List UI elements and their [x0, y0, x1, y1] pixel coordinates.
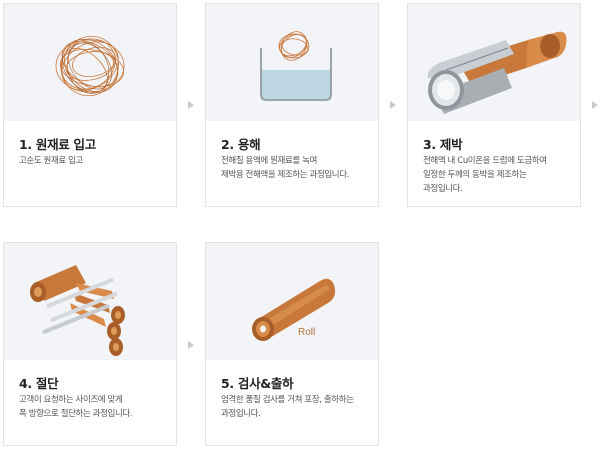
step-1-illustration	[4, 4, 176, 121]
next-arrow-icon	[188, 101, 194, 109]
step-4-description: 고객이 요청하는 사이즈에 맞게 폭 방향으로 절단하는 과정입니다.	[19, 395, 133, 419]
step-4-title: 4. 절단	[19, 376, 59, 391]
dissolving-tank-icon	[260, 31, 332, 101]
roll-label: Roll	[298, 327, 315, 338]
step-card-1: 1. 원재료 입고 고순도 원재료 입고	[3, 3, 177, 207]
step-2-description: 전해질 용액에 원재료를 녹여 제박용 전해액을 제조하는 과정입니다.	[221, 156, 349, 180]
step-2-title: 2. 용해	[221, 137, 261, 152]
step-3-description: 전해액 내 Cu이온을 드럼에 도금하여 일정한 두께의 동박을 제조하는 과정…	[423, 156, 547, 194]
copper-wire-icon	[55, 35, 125, 97]
step-5-description: 엄격한 품질 검사를 거쳐 포장, 출하하는 과정입니다.	[221, 395, 354, 419]
step-card-4: 4. 절단 고객이 요청하는 사이즈에 맞게 폭 방향으로 절단하는 과정입니다…	[3, 242, 177, 446]
foil-drum-icon	[427, 31, 567, 114]
step-5-title: 5. 검사&출하	[221, 376, 294, 391]
step-4-illustration	[4, 243, 176, 360]
step-1-description: 고순도 원재료 입고	[19, 156, 83, 166]
step-card-2: 2. 용해 전해질 용액에 원재료를 녹여 제박용 전해액을 제조하는 과정입니…	[205, 3, 379, 207]
next-arrow-icon	[592, 101, 598, 109]
step-2-illustration	[206, 4, 378, 121]
step-1-title: 1. 원재료 입고	[19, 137, 96, 152]
next-arrow-icon	[390, 101, 396, 109]
step-5-illustration: Roll	[206, 243, 378, 360]
copper-roll-icon: Roll	[252, 278, 336, 341]
step-card-3: 3. 제박 전해액 내 Cu이온을 드럼에 도금하여 일정한 두께의 동박을 제…	[407, 3, 581, 207]
step-3-title: 3. 제박	[423, 137, 463, 152]
step-card-5: Roll 5. 검사&출하 엄격한 품질 검사를 거쳐 포장, 출하하는 과정입…	[205, 242, 379, 446]
slitting-icon	[30, 265, 125, 356]
step-3-illustration	[408, 4, 580, 121]
next-arrow-icon	[188, 341, 194, 349]
